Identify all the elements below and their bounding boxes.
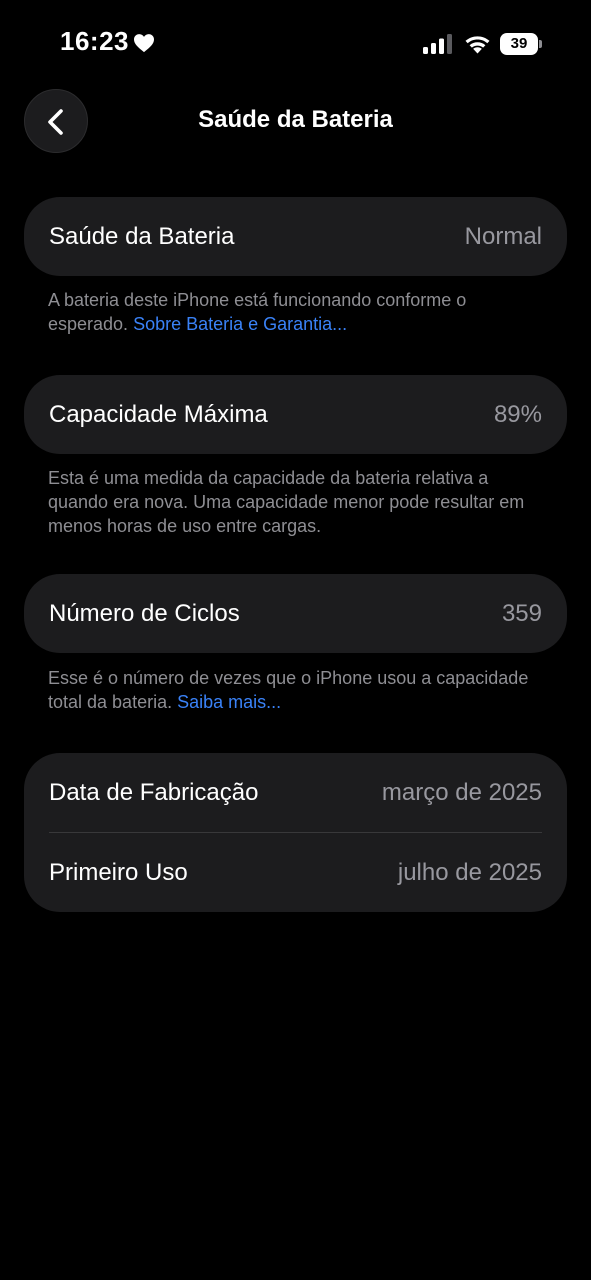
- learn-more-link[interactable]: Saiba mais...: [177, 692, 281, 712]
- cycle-count-label: Número de Ciclos: [49, 599, 240, 627]
- battery-health-value: Normal: [464, 222, 542, 250]
- cycle-count-value: 359: [501, 599, 542, 627]
- chevron-left-icon: [48, 109, 63, 135]
- battery-health-row: Saúde da Bateria Normal: [24, 197, 567, 276]
- cycle-count-card: Número de Ciclos 359: [24, 574, 567, 653]
- battery-health-card: Saúde da Bateria Normal: [24, 197, 567, 276]
- status-bar: 16:23 39: [0, 0, 591, 88]
- cycle-count-footnote: Esse é o número de vezes que o iPhone us…: [48, 666, 548, 714]
- first-use-row: Primeiro Uso julho de 2025: [24, 833, 567, 912]
- cycle-count-footnote-text: Esse é o número de vezes que o iPhone us…: [48, 668, 529, 712]
- manufacture-date-value: março de 2025: [381, 778, 542, 806]
- max-capacity-value: 89%: [493, 400, 542, 428]
- back-button[interactable]: [24, 89, 88, 153]
- max-capacity-row: Capacidade Máxima 89%: [24, 375, 567, 454]
- battery-icon: 39: [500, 33, 542, 55]
- manufacture-date-label: Data de Fabricação: [49, 778, 259, 806]
- manufacture-date-row: Data de Fabricação março de 2025: [24, 753, 567, 832]
- battery-tip: [539, 40, 542, 48]
- battery-health-label: Saúde da Bateria: [49, 222, 235, 250]
- max-capacity-footnote: Esta é uma medida da capacidade da bater…: [48, 468, 525, 536]
- first-use-value: julho de 2025: [397, 858, 542, 886]
- battery-health-footnote: A bateria deste iPhone está funcionando …: [48, 288, 548, 336]
- wifi-icon: [465, 36, 490, 54]
- cycle-count-row: Número de Ciclos 359: [24, 574, 567, 653]
- heart-icon: [134, 34, 154, 53]
- dates-card: Data de Fabricação março de 2025 Primeir…: [24, 753, 567, 912]
- battery-warranty-link[interactable]: Sobre Bateria e Garantia...: [133, 314, 347, 334]
- max-capacity-label: Capacidade Máxima: [49, 400, 268, 428]
- first-use-label: Primeiro Uso: [49, 858, 188, 886]
- status-time: 16:23: [60, 26, 129, 56]
- signal-icon: [423, 34, 452, 54]
- page-title: Saúde da Bateria: [198, 106, 393, 133]
- max-capacity-card: Capacidade Máxima 89%: [24, 375, 567, 454]
- battery-level: 39: [500, 33, 538, 55]
